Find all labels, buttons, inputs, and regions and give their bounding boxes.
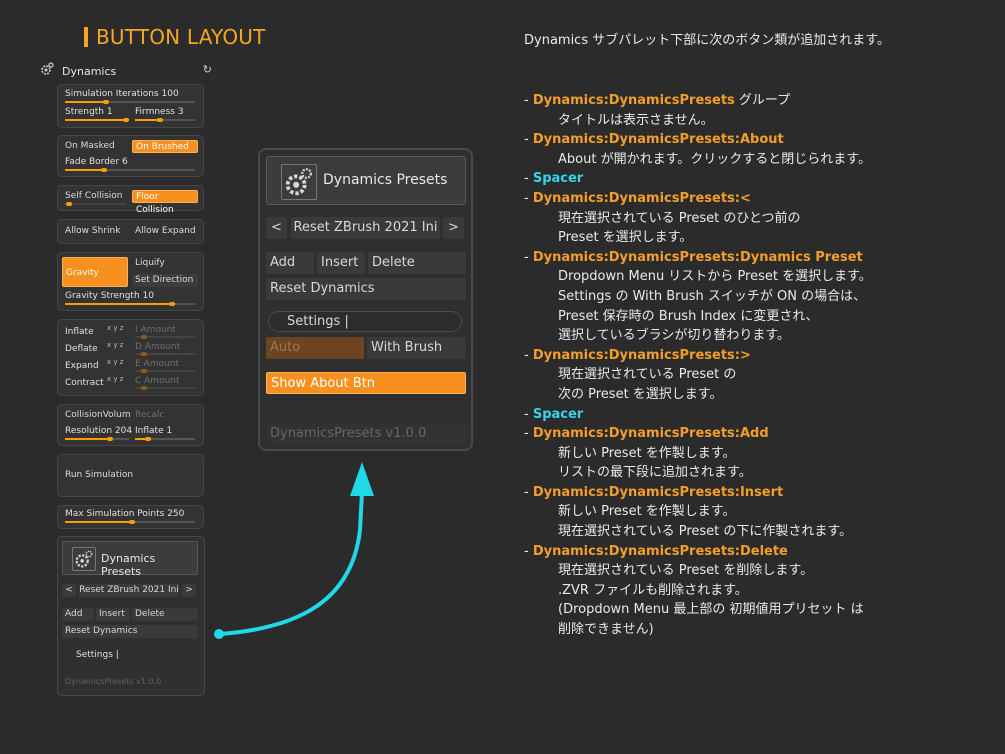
note-bullet: - [524, 190, 533, 206]
note-heading: - Dynamics:DynamicsPresets:Dynamics Pres… [524, 248, 994, 268]
note-line: Dropdown Menu リストから Preset を選択します。 [558, 269, 872, 285]
note-heading: - Dynamics:DynamicsPresets:Insert [524, 483, 994, 503]
note-line: 新しい Preset を作製します。 [558, 504, 736, 520]
note-heading: - Dynamics:DynamicsPresets:Delete [524, 542, 994, 562]
notes-list: - Dynamics:DynamicsPresets グループ タイトルは表示さま… [524, 91, 994, 640]
note-line: Settings の With Brush スイッチが ON の場合は、 [558, 288, 867, 304]
note-title: Dynamics:DynamicsPresets:Add [532, 426, 769, 442]
note-line: .ZVR ファイルも削除されます。 [558, 582, 748, 598]
note-line: 新しい Preset を作製します。 [558, 445, 736, 461]
note-line: 現在選択されている Preset の [558, 367, 737, 383]
note-line: リストの最下段に追加されます。 [558, 465, 752, 481]
note-heading: - Spacer [524, 405, 994, 425]
note-bullet: - [524, 543, 533, 559]
note-title: Spacer [532, 406, 584, 422]
note-heading: - Dynamics:DynamicsPresets:> [524, 346, 994, 366]
note-title: Dynamics:DynamicsPresets:Delete [532, 543, 788, 559]
note-bullet: - [524, 93, 533, 108]
note-bullet: - [524, 132, 533, 148]
note-bullet: - [524, 347, 533, 363]
note-line: Preset を選択します。 [558, 230, 693, 246]
note-line: 現在選択されている Preset のひとつ前の [558, 210, 801, 226]
note-bullet: - [524, 406, 533, 422]
note-line: 選択しているブラシが切り替わります。 [558, 328, 791, 344]
note-title: Spacer [532, 171, 584, 187]
note-heading: - Dynamics:DynamicsPresets:Add [524, 424, 994, 444]
intro-text: Dynamics サブパレット下部に次のボタン類が追加されます。 [524, 33, 890, 48]
note-title-suffix: グループ [734, 93, 791, 108]
note-title: Dynamics:DynamicsPresets:> [532, 347, 751, 363]
note-line: 現在選択されている Preset の下に作製されます。 [558, 524, 853, 540]
note-title: Dynamics:DynamicsPresets:Dynamics Preset [532, 249, 863, 265]
note-heading: - Spacer [524, 169, 994, 189]
note-line: Preset 保存時の Brush Index に変更され、 [558, 308, 819, 324]
note-line: (Dropdown Menu 最上部の 初期値用プリセット は [558, 602, 864, 618]
note-line: タイトルは表示さません。 [558, 112, 714, 128]
note-heading: - Dynamics:DynamicsPresets:< [524, 189, 994, 209]
note-bullet: - [524, 171, 533, 187]
note-line: 削除できません) [558, 622, 654, 638]
note-heading: - Dynamics:DynamicsPresets:About [524, 130, 994, 150]
note-line: 現在選択されている Preset を削除します。 [558, 563, 814, 579]
note-bullet: - [524, 426, 533, 442]
note-title: Dynamics:DynamicsPresets:< [532, 190, 751, 206]
note-line: About が開かれます。クリックすると閉じられます。 [558, 151, 871, 167]
note-line: 次の Preset を選択します。 [558, 386, 723, 402]
note-heading: - Dynamics:DynamicsPresets グループ [524, 91, 994, 111]
note-title: Dynamics:DynamicsPresets:About [532, 132, 784, 148]
note-title: Dynamics:DynamicsPresets:Insert [532, 484, 784, 500]
note-title: Dynamics:DynamicsPresets [532, 93, 735, 108]
note-bullet: - [524, 484, 533, 500]
note-bullet: - [524, 249, 533, 265]
